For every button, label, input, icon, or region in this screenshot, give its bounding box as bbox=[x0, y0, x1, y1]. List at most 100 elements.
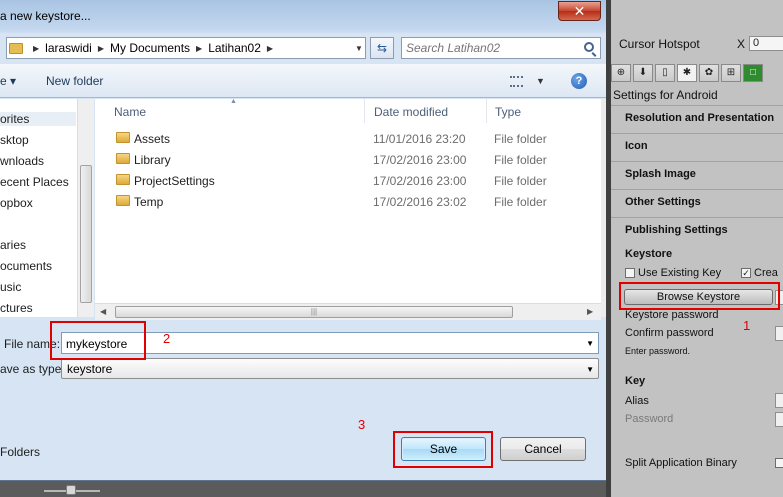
section-resolution-presentation[interactable]: Resolution and Presentation bbox=[611, 105, 783, 131]
tab-blackberry-icon[interactable]: ✿ bbox=[699, 64, 719, 82]
tab-ios-phone-icon[interactable]: ▯ bbox=[655, 64, 675, 82]
dialog-titlebar[interactable]: a new keystore... ✕ bbox=[0, 0, 611, 34]
folder-icon bbox=[116, 153, 130, 164]
save-as-type-value: keystore bbox=[67, 362, 113, 376]
breadcrumb-separator-icon[interactable]: ▶ bbox=[196, 44, 202, 53]
address-bar[interactable]: ▶ laraswidi ▶ My Documents ▶ Latihan02 ▶… bbox=[6, 37, 366, 59]
nav-item-documents[interactable]: ocuments bbox=[0, 259, 52, 273]
chevron-down-icon[interactable]: ▼ bbox=[586, 365, 594, 374]
sort-ascending-icon: ▲ bbox=[230, 98, 237, 105]
cancel-button[interactable]: Cancel bbox=[500, 437, 586, 461]
file-name: ProjectSettings bbox=[134, 174, 215, 188]
file-row[interactable]: Library 17/02/2016 23:00 File folder bbox=[95, 150, 601, 171]
folder-icon bbox=[116, 132, 130, 143]
tab-windows-store-icon[interactable]: ⊞ bbox=[721, 64, 741, 82]
breadcrumb-item[interactable]: Latihan02 bbox=[208, 41, 261, 55]
chevron-down-icon[interactable]: ▼ bbox=[586, 339, 594, 348]
column-header-type[interactable]: Type bbox=[487, 99, 567, 123]
nav-item-pictures[interactable]: ctures bbox=[0, 301, 33, 315]
highlight-box-save bbox=[393, 431, 493, 468]
organize-button[interactable]: e ▾ bbox=[0, 74, 16, 88]
nav-scroll-thumb[interactable] bbox=[80, 165, 92, 303]
column-header-name[interactable]: ▲ Name bbox=[95, 98, 365, 123]
folder-icon bbox=[9, 42, 23, 54]
annotation-step-2: 2 bbox=[163, 331, 171, 346]
nav-item-desktop[interactable]: sktop bbox=[0, 133, 29, 147]
search-icon bbox=[584, 42, 594, 52]
file-row[interactable]: Assets 11/01/2016 23:20 File folder bbox=[95, 129, 601, 150]
use-existing-key-checkbox[interactable] bbox=[625, 268, 635, 278]
file-type: File folder bbox=[494, 153, 547, 167]
nav-item-libraries[interactable]: aries bbox=[0, 238, 26, 252]
tab-standalone-download-icon[interactable]: ⬇ bbox=[633, 64, 653, 82]
file-name: Assets bbox=[134, 132, 171, 146]
column-header-label: Date modified bbox=[374, 105, 449, 119]
file-date: 17/02/2016 23:00 bbox=[373, 174, 467, 188]
search-box[interactable] bbox=[401, 37, 601, 59]
nav-item-music[interactable]: usic bbox=[0, 280, 21, 294]
confirm-password-input[interactable] bbox=[775, 326, 783, 341]
file-type: File folder bbox=[494, 132, 547, 146]
close-button[interactable]: ✕ bbox=[558, 1, 601, 21]
file-list: ▲ Name Date modified Type Assets 11/01/2… bbox=[95, 98, 601, 303]
alias-label: Alias bbox=[625, 395, 649, 407]
platform-settings-title: Settings for Android bbox=[613, 88, 718, 102]
hide-folders-toggle[interactable]: Folders bbox=[0, 445, 40, 459]
breadcrumb-item[interactable]: My Documents bbox=[110, 41, 190, 55]
create-new-keystore-checkbox[interactable]: ✓ bbox=[741, 268, 751, 278]
save-as-type-label: ave as type: bbox=[0, 362, 65, 376]
tab-android-icon[interactable]: ✱ bbox=[677, 64, 697, 82]
file-date: 17/02/2016 23:02 bbox=[373, 195, 467, 209]
nav-item-dropbox[interactable]: opbox bbox=[0, 196, 33, 210]
key-password-input[interactable] bbox=[775, 412, 783, 427]
zoom-slider-handle[interactable] bbox=[66, 485, 76, 495]
view-options-icon[interactable] bbox=[510, 76, 523, 87]
scroll-left-icon[interactable]: ◀ bbox=[100, 307, 106, 316]
section-other-settings[interactable]: Other Settings bbox=[611, 189, 783, 215]
save-as-type-select[interactable]: keystore ▼ bbox=[61, 358, 599, 379]
column-header-label: Name bbox=[114, 105, 147, 119]
file-type: File folder bbox=[494, 195, 547, 209]
close-icon: ✕ bbox=[573, 3, 586, 19]
alias-select[interactable] bbox=[775, 393, 783, 408]
refresh-button[interactable]: ⇆ bbox=[370, 37, 394, 59]
new-folder-button[interactable]: New folder bbox=[46, 74, 103, 88]
dialog-title: a new keystore... bbox=[0, 9, 91, 23]
file-row[interactable]: ProjectSettings 17/02/2016 23:00 File fo… bbox=[95, 171, 601, 192]
horizontal-scrollbar[interactable]: ◀ ||| ▶ bbox=[95, 303, 601, 320]
file-row[interactable]: Temp 17/02/2016 23:02 File folder bbox=[95, 192, 601, 213]
cursor-hotspot-x-input[interactable]: 0 bbox=[749, 36, 783, 51]
section-splash-image[interactable]: Splash Image bbox=[611, 161, 783, 187]
help-icon[interactable]: ? bbox=[571, 73, 587, 89]
folder-icon bbox=[116, 195, 130, 206]
key-heading: Key bbox=[625, 375, 646, 387]
file-date: 17/02/2016 23:00 bbox=[373, 153, 467, 167]
keystore-password-label: Keystore password bbox=[625, 309, 719, 321]
tab-xbox-icon[interactable]: □ bbox=[743, 64, 763, 82]
nav-scrollbar[interactable] bbox=[77, 99, 94, 317]
breadcrumb-item[interactable]: laraswidi bbox=[45, 41, 92, 55]
horizontal-scroll-thumb[interactable]: ||| bbox=[115, 306, 513, 318]
highlight-box-browse-keystore bbox=[619, 282, 780, 310]
section-icon[interactable]: Icon bbox=[611, 133, 783, 159]
chevron-down-icon[interactable]: ▼ bbox=[355, 44, 363, 53]
breadcrumb-separator-icon[interactable]: ▶ bbox=[267, 44, 273, 53]
highlight-box-file-name bbox=[50, 321, 146, 360]
breadcrumb-separator-icon[interactable]: ▶ bbox=[98, 44, 104, 53]
player-settings-inspector: Cursor Hotspot X 0 ⊕ ⬇ ▯ ✱ ✿ ⊞ □ Setting… bbox=[611, 0, 783, 497]
x-label: X bbox=[737, 37, 746, 51]
nav-item-favorites[interactable]: orites bbox=[0, 112, 76, 126]
section-publishing-settings[interactable]: Publishing Settings bbox=[611, 217, 783, 243]
platform-tabs: ⊕ ⬇ ▯ ✱ ✿ ⊞ □ bbox=[611, 64, 783, 84]
file-name: Temp bbox=[134, 195, 164, 209]
search-input[interactable] bbox=[406, 40, 576, 56]
nav-item-recent-places[interactable]: ecent Places bbox=[0, 175, 69, 189]
create-new-keystore-label: Crea bbox=[754, 267, 778, 279]
tab-web-globe-icon[interactable]: ⊕ bbox=[611, 64, 631, 82]
scroll-right-icon[interactable]: ▶ bbox=[587, 307, 593, 316]
split-application-binary-checkbox[interactable] bbox=[775, 458, 783, 468]
chevron-down-icon[interactable]: ▼ bbox=[536, 76, 545, 86]
nav-item-downloads[interactable]: wnloads bbox=[0, 154, 44, 168]
column-header-date[interactable]: Date modified bbox=[365, 99, 487, 123]
breadcrumb-separator-icon[interactable]: ▶ bbox=[33, 44, 39, 53]
